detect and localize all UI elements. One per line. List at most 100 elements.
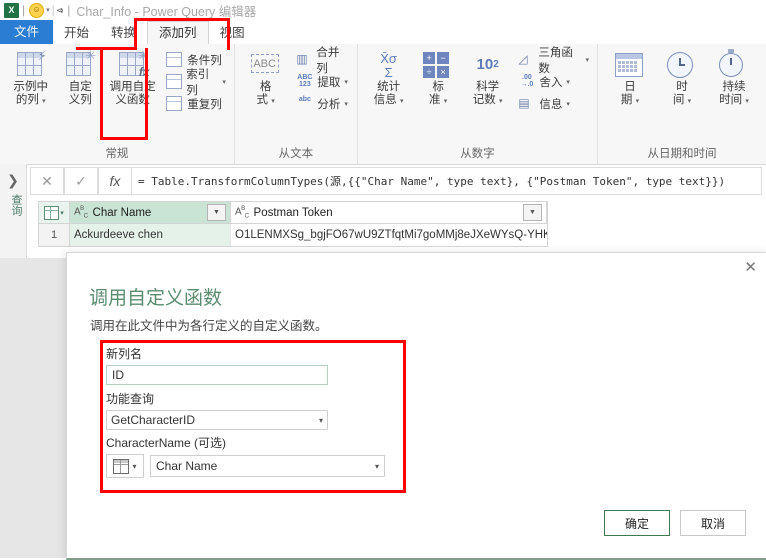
time-label-2: 间 (672, 94, 685, 106)
text-type-icon: ABC (74, 205, 88, 220)
duplicate-column-button[interactable]: 重复列 (164, 93, 228, 115)
function-query-select[interactable]: GetCharacterID ▾ (106, 410, 328, 430)
format-abc-icon: ABC (250, 50, 281, 78)
chevron-down-icon[interactable]: ▾ (46, 6, 50, 14)
chevron-down-icon[interactable]: ▾ (566, 78, 570, 86)
column-from-examples-label-2: 的列 (15, 94, 39, 106)
number-information-button[interactable]: ▤ 信息 ▾ (516, 93, 591, 115)
smiley-icon[interactable]: ☺ (29, 2, 45, 18)
tab-view[interactable]: 视图 (209, 22, 256, 44)
cell-char-name[interactable]: Ackurdeeve chen (70, 224, 231, 246)
chevron-down-icon[interactable]: ▾ (585, 56, 589, 64)
grid-column-header-char-name[interactable]: ABC Char Name ▼ (70, 202, 231, 223)
standard-label-2: 准 (429, 94, 441, 106)
date-button[interactable]: 日 期 ▾ (604, 47, 656, 108)
tab-transform[interactable]: 转换 (100, 22, 147, 44)
date-label-2: 期 (620, 94, 633, 106)
chevron-down-icon[interactable]: ▾ (344, 78, 348, 86)
merge-columns-button[interactable]: ▥ 合并列 (294, 47, 351, 75)
window-title: Char_Info - Power Query 编辑器 (76, 4, 257, 19)
custom-column-label-2: 义列 (68, 94, 92, 106)
formula-accept-button[interactable]: ✓ (64, 167, 98, 195)
duration-button[interactable]: 持续 时间 ▾ (708, 47, 760, 108)
cancel-button[interactable]: 取消 (680, 510, 746, 536)
new-column-name-field-group: 新列名 (106, 345, 328, 385)
chevron-down-icon[interactable]: ▾ (375, 462, 379, 471)
ok-button[interactable]: 确定 (604, 510, 670, 536)
extract-abc123-icon: ABC 123 (297, 74, 313, 88)
close-icon[interactable]: ✕ (744, 260, 757, 275)
conditional-column-icon (166, 52, 183, 68)
formula-fx-icon[interactable]: fx (98, 167, 131, 195)
statistics-button[interactable]: X̄σ Σ 统计 信息 ▾ (364, 47, 414, 108)
new-column-name-input[interactable] (106, 365, 328, 385)
formula-cancel-button[interactable]: ✕ (30, 167, 64, 195)
quick-access-toolbar[interactable]: ☺ ▾ | ⩹ (29, 2, 63, 18)
dialog-title: 调用自定义函数 (89, 288, 223, 309)
chevron-down-icon[interactable]: ▾ (271, 98, 275, 105)
chevron-down-icon[interactable]: ▾ (444, 98, 448, 105)
custom-column-button[interactable]: ✳ 自定 义列 (56, 47, 106, 107)
column-from-examples-button[interactable]: ⚡ 示例中 的列 ▾ (6, 47, 56, 108)
parameter-value-select[interactable]: Char Name ▾ (150, 455, 385, 477)
format-button[interactable]: ABC 格 式 ▾ (241, 47, 290, 108)
tab-file[interactable]: 文件 (0, 20, 54, 44)
trigonometry-button[interactable]: ◿ 三角函数 ▾ (516, 47, 591, 75)
cell-postman-token[interactable]: O1LENMXSg_bgjFO67wU9ZTfqtMi7goMMj8eJXeWY… (231, 224, 547, 246)
column-from-examples-icon: ⚡ (16, 49, 47, 78)
standard-operators-icon: + − ÷ × (423, 50, 453, 78)
formula-bar[interactable]: ✕ ✓ fx = Table.TransformColumnTypes(源,{{… (30, 167, 762, 195)
save-icon[interactable]: ⩹ (57, 4, 63, 17)
extract-label: 提取 (317, 77, 341, 89)
expand-queries-icon[interactable]: ❯ (0, 164, 26, 189)
standard-button[interactable]: + − ÷ × 标 准 ▾ (413, 47, 463, 108)
chevron-down-icon[interactable]: ▾ (222, 78, 226, 86)
chevron-down-icon[interactable]: ▾ (60, 209, 64, 217)
chevron-down-icon[interactable]: ▾ (344, 100, 348, 108)
parse-label: 分析 (317, 99, 341, 111)
chevron-down-icon[interactable]: ▾ (319, 416, 323, 425)
chevron-down-icon[interactable]: ▾ (745, 98, 749, 105)
rounding-button[interactable]: .00 →.0 舍入 ▾ (516, 71, 591, 93)
chevron-down-icon[interactable]: ▾ (42, 98, 46, 105)
extract-button[interactable]: ABC 123 提取 ▾ (294, 71, 351, 93)
date-label-1: 日 (624, 81, 636, 93)
ribbon-tabstrip[interactable]: 文件 开始 转换 添加列 视图 (0, 20, 766, 45)
ribbon-group-general-label: 常规 (105, 148, 129, 160)
title-bar: X | ☺ ▾ | ⩹ | Char_Info - Power Query 编辑… (0, 0, 766, 20)
formula-input[interactable]: = Table.TransformColumnTypes(源,{{"Char N… (131, 167, 762, 195)
index-column-button[interactable]: 索引列 ▾ (164, 69, 228, 97)
chevron-down-icon[interactable]: ▾ (688, 98, 692, 105)
time-button[interactable]: 时 间 ▾ (656, 47, 708, 108)
calendar-icon (615, 50, 645, 78)
invoke-custom-function-label-1: 调用自定 (109, 81, 156, 93)
chevron-down-icon[interactable]: ▾ (132, 462, 136, 471)
grid-header-row: ▾ ABC Char Name ▼ ABC Postman Token ▼ (38, 201, 548, 223)
chevron-down-icon[interactable]: ▾ (566, 100, 570, 108)
invoke-custom-function-button[interactable]: ✳ fx 调用自定 义函数 (105, 47, 160, 107)
format-label-1: 格 (259, 81, 272, 93)
duplicate-column-label: 重复列 (187, 99, 222, 111)
parse-button[interactable]: abc 分析 ▾ (294, 93, 351, 115)
grid-select-all-button[interactable]: ▾ (39, 202, 70, 223)
custom-column-icon: ✳ (65, 49, 96, 78)
parameter-type-button[interactable]: ▾ (106, 454, 144, 478)
tab-add-column[interactable]: 添加列 (147, 21, 209, 45)
ribbon-group-from-number-label: 从数字 (460, 148, 495, 160)
chevron-down-icon[interactable]: ▾ (636, 98, 640, 105)
chevron-down-icon[interactable]: ▾ (400, 98, 404, 105)
function-query-label: 功能查询 (106, 392, 155, 406)
text-type-icon: ABC (235, 205, 249, 220)
queries-pane-label: 查询 (10, 194, 22, 216)
column-filter-button-char-name[interactable]: ▼ (207, 204, 226, 221)
scientific-button[interactable]: 10 2 科学 记数 ▾ (463, 47, 513, 108)
column-filter-button-postman-token[interactable]: ▼ (523, 204, 542, 221)
table-row[interactable]: 1 Ackurdeeve chen O1LENMXSg_bgjFO67wU9ZT… (38, 223, 548, 247)
number-information-label: 信息 (539, 99, 563, 111)
grid-column-header-postman-token[interactable]: ABC Postman Token ▼ (231, 202, 547, 223)
queries-pane-collapsed[interactable]: ❯ 查询 (0, 164, 27, 258)
ribbon-group-from-datetime: 日 期 ▾ 时 间 ▾ 持续 时间 ▾ 从日期和时间 (598, 44, 766, 164)
tab-home[interactable]: 开始 (53, 22, 100, 44)
dialog-subtitle: 调用在此文件中为各行定义的自定义函数。 (90, 319, 328, 333)
chevron-down-icon[interactable]: ▾ (499, 98, 503, 105)
